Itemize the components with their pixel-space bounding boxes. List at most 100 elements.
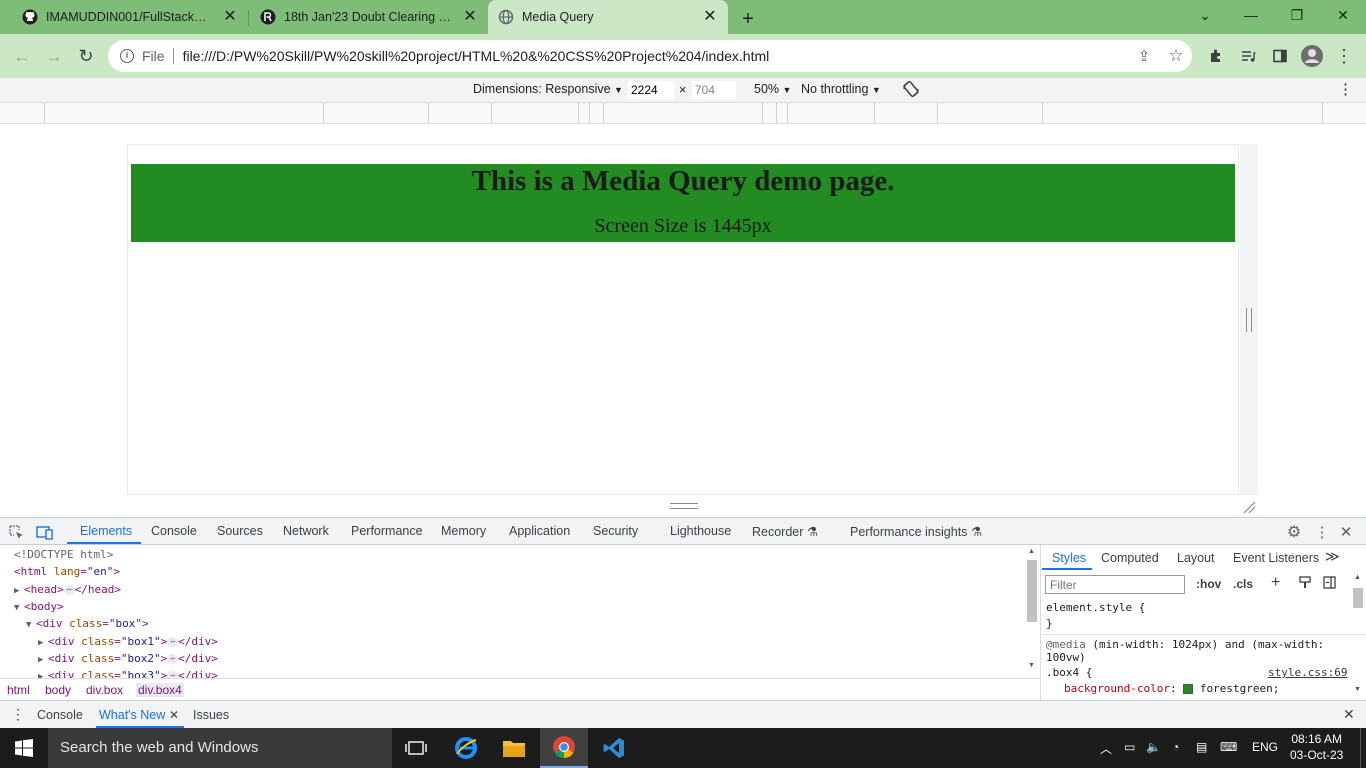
settings-gear-icon[interactable]: ⚙ — [1285, 523, 1303, 541]
url-text[interactable]: file:///D:/PW%20Skill/PW%20skill%20proje… — [183, 48, 1128, 64]
wifi-icon[interactable]: ◔ — [1172, 740, 1179, 754]
box4-selector[interactable]: .box4 { — [1046, 666, 1092, 679]
collapsed-ellipsis[interactable]: ⋯ — [167, 637, 179, 647]
devtools-tab-recorder[interactable]: Recorder ⚗ — [752, 524, 818, 539]
zoom-dropdown[interactable]: 50% ▼ — [754, 82, 791, 96]
close-icon[interactable]: ✕ — [222, 9, 238, 25]
corner-resize-handle[interactable] — [1242, 500, 1256, 514]
extensions-icon[interactable] — [1204, 44, 1228, 68]
drawer-close-icon[interactable]: ✕ — [1343, 706, 1355, 723]
scroll-up-icon[interactable]: ▲ — [1354, 574, 1361, 581]
width-input[interactable] — [628, 81, 674, 100]
chrome-icon[interactable] — [540, 728, 588, 768]
windows-start-icon[interactable] — [0, 728, 48, 768]
notifications-icon[interactable]: ▤ — [1196, 740, 1207, 754]
internet-explorer-icon[interactable] — [442, 728, 490, 768]
scroll-thumb[interactable] — [1353, 588, 1363, 608]
device-toggle-icon[interactable] — [35, 523, 53, 541]
devtools-close-icon[interactable]: ✕ — [1337, 523, 1355, 541]
taskbar-search-box[interactable]: Search the web and Windows — [48, 728, 392, 768]
color-swatch[interactable] — [1183, 684, 1194, 694]
profile-avatar[interactable] — [1300, 44, 1324, 68]
devtools-tab-security[interactable]: Security — [593, 524, 638, 538]
devtools-tab-memory[interactable]: Memory — [441, 524, 486, 538]
paint-brush-icon[interactable] — [1299, 576, 1312, 592]
drawer-tab-console[interactable]: Console — [37, 708, 83, 722]
more-tabs-icon[interactable]: ≫ — [1325, 548, 1340, 565]
collapse-triangle-icon[interactable]: ▼ — [14, 600, 24, 617]
drawer-tab-whats-new[interactable]: What's New — [99, 708, 165, 722]
info-icon[interactable]: i — [120, 49, 134, 63]
devtools-more-icon[interactable]: ⋮ — [1313, 523, 1331, 541]
new-tab-button[interactable]: + — [734, 4, 762, 34]
dom-doctype[interactable]: <!DOCTYPE html> — [14, 546, 113, 563]
volume-icon[interactable]: 🔈 — [1146, 740, 1161, 754]
device-more-icon[interactable]: ⋮ — [1338, 80, 1353, 98]
dom-node-body[interactable]: ▼ <body> — [14, 598, 64, 615]
language-indicator[interactable]: ENG — [1252, 740, 1278, 754]
chrome-menu-icon[interactable]: ⋮ — [1332, 44, 1356, 68]
layout-tab[interactable]: Layout — [1177, 551, 1215, 565]
dom-node-div-box[interactable]: ▼ <div class="box"> — [26, 615, 149, 632]
collapsed-ellipsis[interactable]: ⋯ — [63, 585, 75, 595]
cls-toggle[interactable]: .cls — [1233, 577, 1253, 591]
keyboard-icon[interactable]: ⌨ — [1220, 740, 1237, 754]
minimize-button[interactable]: — — [1228, 0, 1274, 30]
share-icon[interactable]: ⇪ — [1128, 42, 1160, 70]
vscode-icon[interactable] — [590, 728, 638, 768]
forward-button[interactable]: → — [40, 42, 68, 70]
tab-doubt-clearing[interactable]: 18th Jan'23 Doubt Clearing Clas ✕ — [248, 0, 488, 34]
styles-scrollbar[interactable]: ▲ ▼ — [1351, 574, 1365, 698]
media-query-ruler[interactable] — [0, 103, 1366, 124]
devtools-tab-lighthouse[interactable]: Lighthouse — [670, 524, 731, 538]
dom-node-div-box1[interactable]: ▶ <div class="box1"> ⋯ </div> — [38, 633, 218, 650]
styles-filter-input[interactable] — [1045, 575, 1185, 594]
elements-tree[interactable]: <!DOCTYPE html> <html lang="en"> ▶ <head>… — [0, 545, 1028, 678]
devtools-tab-performance[interactable]: Performance — [351, 524, 423, 538]
devtools-tab-performance-insights[interactable]: Performance insights ⚗ — [850, 524, 982, 539]
tab-github[interactable]: IMAMUDDIN001/FullStackWebD ✕ — [0, 0, 248, 34]
expand-triangle-icon[interactable]: ▶ — [38, 669, 48, 678]
show-desktop-button[interactable] — [1360, 728, 1366, 768]
media-control-icon[interactable] — [1236, 44, 1260, 68]
devtools-tab-network[interactable]: Network — [283, 524, 329, 538]
file-explorer-icon[interactable] — [490, 728, 538, 768]
dimensions-dropdown[interactable]: Dimensions: Responsive ▼ — [473, 82, 623, 96]
inspect-element-icon[interactable] — [7, 523, 25, 541]
devtools-tab-console[interactable]: Console — [151, 524, 197, 538]
tab-search-button[interactable]: ⌄ — [1182, 0, 1228, 30]
right-resize-handle[interactable] — [1240, 144, 1258, 495]
elements-scrollbar[interactable]: ▲ ▼ — [1025, 548, 1039, 672]
reload-button[interactable]: ↻ — [72, 42, 100, 70]
throttling-dropdown[interactable]: No throttling ▼ — [801, 82, 881, 96]
drawer-menu-icon[interactable]: ⋮ — [11, 706, 25, 723]
collapse-triangle-icon[interactable]: ▼ — [26, 617, 36, 634]
breadcrumb-html[interactable]: html — [7, 683, 30, 697]
close-icon[interactable]: ✕ — [462, 9, 478, 25]
rotate-icon[interactable] — [902, 80, 920, 101]
scroll-up-icon[interactable]: ▲ — [1028, 548, 1035, 555]
drawer-tab-issues[interactable]: Issues — [193, 708, 229, 722]
collapsed-ellipsis[interactable]: ⋯ — [167, 654, 179, 664]
bookmark-star-icon[interactable]: ☆ — [1160, 42, 1192, 70]
scroll-down-icon[interactable]: ▼ — [1028, 662, 1035, 669]
devtools-tab-sources[interactable]: Sources — [217, 524, 263, 538]
tray-chevron-icon[interactable]: ︿ — [1100, 740, 1112, 757]
dom-node-div-box3[interactable]: ▶ <div class="box3"> ⋯ </div> — [38, 667, 218, 678]
breadcrumb-body[interactable]: body — [45, 683, 71, 697]
close-icon[interactable]: ✕ — [702, 9, 718, 25]
scroll-thumb[interactable] — [1027, 560, 1037, 622]
collapsed-ellipsis[interactable]: ⋯ — [167, 671, 179, 678]
address-bar[interactable]: i File file:///D:/PW%20Skill/PW%20skill%… — [108, 40, 1192, 72]
new-style-rule-icon[interactable]: + — [1271, 574, 1280, 592]
element-style-rule[interactable]: element.style { — [1046, 601, 1145, 614]
taskbar-clock[interactable]: 08:16 AM 03-Oct-23 — [1290, 731, 1343, 763]
restore-button[interactable]: ❐ — [1274, 0, 1320, 30]
breadcrumb-div-box[interactable]: div.box — [86, 683, 123, 697]
media-rule[interactable]: @media (min-width: 1024px) and (max-widt… — [1046, 638, 1324, 651]
hov-toggle[interactable]: :hov — [1196, 577, 1221, 591]
bottom-resize-handle[interactable] — [670, 503, 698, 509]
task-view-icon[interactable] — [392, 728, 440, 768]
window-close-button[interactable]: ✕ — [1320, 0, 1366, 30]
dom-node-head[interactable]: ▶ <head> ⋯ </head> — [14, 581, 121, 598]
